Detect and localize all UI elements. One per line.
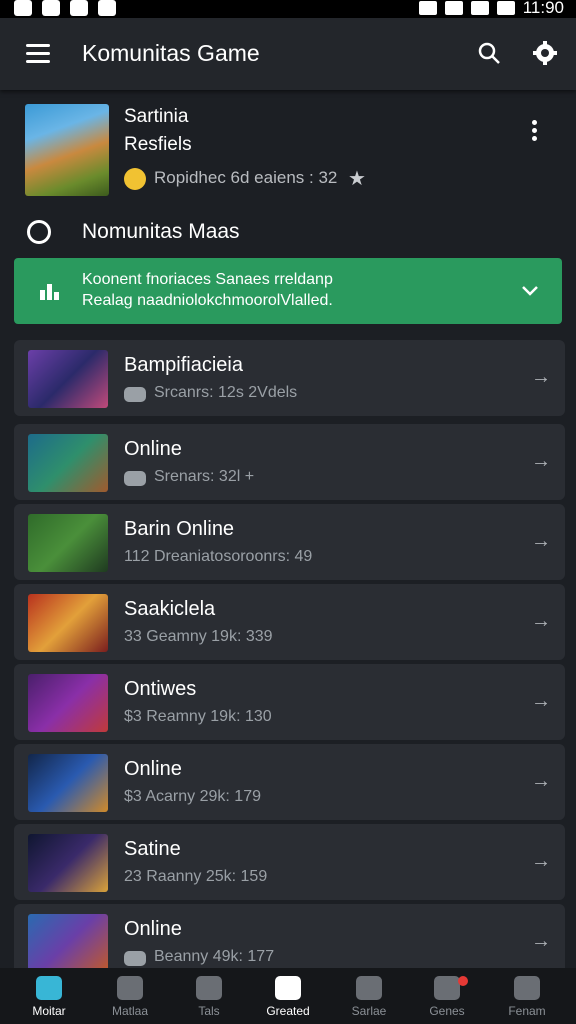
game-thumbnail bbox=[28, 674, 108, 732]
arrow-right-icon[interactable]: → bbox=[531, 930, 551, 953]
bar-chart-icon bbox=[40, 284, 59, 300]
notification-banner[interactable]: Koonent fnoriaces Sanaes rreldanp Realag… bbox=[14, 258, 562, 324]
arrow-right-icon[interactable]: → bbox=[531, 366, 551, 389]
section-title: Nomunitas Maas bbox=[82, 220, 240, 243]
status-bar: 11:90 bbox=[0, 0, 576, 18]
arrow-right-icon[interactable]: → bbox=[531, 770, 551, 793]
nav-tab-tals[interactable]: Tals bbox=[168, 976, 250, 1018]
game-title: Online bbox=[124, 438, 182, 460]
gamepad-icon bbox=[124, 471, 146, 486]
nav-tab-sarlae[interactable]: Sarlae bbox=[328, 976, 410, 1018]
home-icon bbox=[36, 976, 62, 1000]
nav-label: Fenam bbox=[508, 1004, 546, 1018]
nav-label: Sarlae bbox=[351, 1004, 387, 1018]
banner-text-line1: Koonent fnoriaces Sanaes rreldanp bbox=[82, 271, 333, 288]
arrow-right-icon[interactable]: → bbox=[531, 610, 551, 633]
wifi-icon bbox=[444, 1, 463, 15]
profile-icon bbox=[514, 976, 540, 1000]
featured-game[interactable]: Sartinia Resfiels Ropidhec 6d eaiens : 3… bbox=[0, 90, 576, 208]
featured-game-thumbnail bbox=[25, 104, 109, 196]
nav-label: Matlaa bbox=[111, 1004, 149, 1018]
page-title: Komunitas Game bbox=[82, 40, 260, 66]
arrow-right-icon[interactable]: → bbox=[531, 450, 551, 473]
game-thumbnail bbox=[28, 754, 108, 812]
game-meta: $3 Acarny 29k: 179 bbox=[124, 788, 261, 805]
game-title: Online bbox=[124, 918, 182, 940]
nav-tab-genes[interactable]: Genes bbox=[406, 976, 488, 1018]
search-icon bbox=[117, 976, 143, 1000]
nav-label: Greated bbox=[266, 1004, 310, 1018]
notification-icon bbox=[42, 0, 60, 16]
list-item[interactable]: Ontiwes $3 Reamny 19k: 130 → bbox=[14, 664, 565, 740]
game-meta: $3 Reamny 19k: 130 bbox=[124, 708, 272, 725]
game-title: Satine bbox=[124, 838, 181, 860]
arrow-right-icon[interactable]: → bbox=[531, 850, 551, 873]
featured-game-subtitle: Resfiels bbox=[124, 134, 192, 155]
status-notification-icons bbox=[14, 0, 116, 16]
list-item[interactable]: Saakiclela 33 Geamny 19k: 339 → bbox=[14, 584, 565, 660]
game-title: Ontiwes bbox=[124, 678, 197, 700]
game-thumbnail bbox=[28, 350, 108, 408]
nav-label: Tals bbox=[198, 1004, 220, 1018]
game-title: Saakiclela bbox=[124, 598, 216, 620]
chat-icon bbox=[275, 976, 301, 1000]
globe-icon bbox=[434, 976, 460, 1000]
alarm-icon bbox=[418, 1, 437, 15]
notification-icon bbox=[14, 0, 32, 16]
nav-label: Moitar bbox=[32, 1004, 66, 1018]
game-thumbnail bbox=[28, 914, 108, 972]
star-icon: ★ bbox=[348, 168, 366, 190]
game-title: Barin Online bbox=[124, 518, 235, 540]
notification-icon bbox=[70, 0, 88, 16]
arrow-right-icon[interactable]: → bbox=[531, 530, 551, 553]
battery-icon bbox=[496, 1, 515, 15]
status-time: 11:90 bbox=[522, 0, 564, 17]
featured-game-title: Sartinia bbox=[124, 106, 189, 127]
signal-icon bbox=[470, 1, 489, 15]
gamepad-icon bbox=[124, 951, 146, 966]
game-meta: Srenars: 32l + bbox=[154, 468, 255, 485]
nav-tab-search[interactable]: Matlaa bbox=[89, 976, 171, 1018]
notification-badge bbox=[458, 976, 468, 986]
menu-icon[interactable] bbox=[26, 44, 50, 63]
banner-text-line2: Realag naadniolokchmoorolVlalled. bbox=[82, 292, 333, 309]
list-item[interactable]: Online $3 Acarny 29k: 179 → bbox=[14, 744, 565, 820]
featured-game-meta: Ropidhec 6d eaiens : 32 bbox=[154, 168, 338, 187]
arrow-right-icon[interactable]: → bbox=[531, 690, 551, 713]
community-icon bbox=[27, 220, 51, 244]
nav-tab-fenam[interactable]: Fenam bbox=[486, 976, 568, 1018]
gear-icon[interactable] bbox=[532, 40, 558, 66]
person-icon bbox=[356, 976, 382, 1000]
nav-tab-greated[interactable]: Greated bbox=[247, 976, 329, 1018]
game-meta: 23 Raanny 25k: 159 bbox=[124, 868, 268, 885]
game-title: Online bbox=[124, 758, 182, 780]
search-icon[interactable] bbox=[478, 42, 500, 64]
list-item[interactable]: Barin Online 112 Dreaniatosoroonrs: 49 → bbox=[14, 504, 565, 580]
game-thumbnail bbox=[28, 434, 108, 492]
more-options-icon[interactable] bbox=[532, 120, 538, 144]
status-system-icons: 11:90 bbox=[418, 0, 564, 17]
game-thumbnail bbox=[28, 834, 108, 892]
game-meta: 112 Dreaniatosoroonrs: 49 bbox=[124, 548, 313, 565]
game-meta: Srcanrs: 12s 2Vdels bbox=[154, 384, 298, 401]
game-title: Bampifiacieia bbox=[124, 354, 243, 376]
nav-tab-home[interactable]: Moitar bbox=[8, 976, 90, 1018]
list-item[interactable]: Online Srenars: 32l + → bbox=[14, 424, 565, 500]
list-item[interactable]: Satine 23 Raanny 25k: 159 → bbox=[14, 824, 565, 900]
nav-label: Genes bbox=[429, 1004, 465, 1018]
game-thumbnail bbox=[28, 514, 108, 572]
notification-icon bbox=[98, 0, 116, 16]
game-thumbnail bbox=[28, 594, 108, 652]
list-item[interactable]: Bampifiacieia Srcanrs: 12s 2Vdels → bbox=[14, 340, 565, 416]
chevron-down-icon[interactable] bbox=[520, 280, 540, 300]
bottom-navigation: Moitar Matlaa Tals Greated Sarlae Genes … bbox=[0, 968, 576, 1024]
gamepad-icon bbox=[124, 387, 146, 402]
game-meta: Beanny 49k: 177 bbox=[154, 948, 275, 965]
emoji-icon bbox=[124, 168, 146, 190]
tablet-icon bbox=[196, 976, 222, 1000]
app-bar: Komunitas Game bbox=[0, 18, 576, 90]
game-meta: 33 Geamny 19k: 339 bbox=[124, 628, 273, 645]
